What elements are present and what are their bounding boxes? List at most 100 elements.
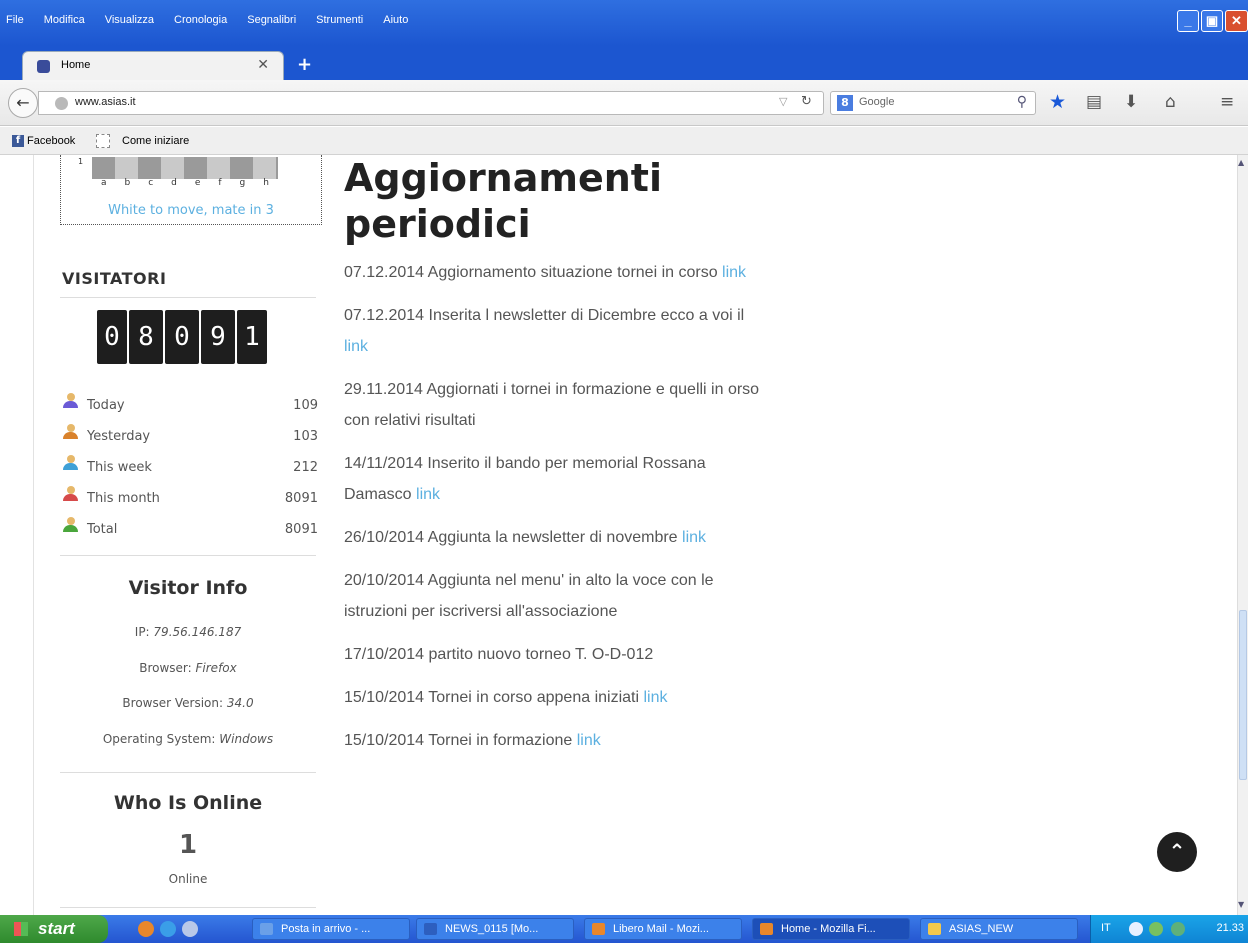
chess-file: f [218, 178, 222, 188]
news-item: 20/10/2014 Aggiunta nel menu' in alto la… [344, 565, 764, 627]
taskbar-item-home[interactable]: Home - Mozilla Fi... [752, 918, 910, 940]
news-list: 07.12.2014 Aggiornamento situazione torn… [344, 257, 764, 768]
stat-value: 103 [293, 429, 318, 444]
menu-aiuto[interactable]: Aiuto [383, 14, 408, 26]
page-icon [96, 134, 110, 148]
taskbar-item-asias-new[interactable]: ASIAS_NEW [920, 918, 1078, 940]
menu-bar: File Modifica Visualizza Cronologia Segn… [6, 14, 408, 26]
news-item: 26/10/2014 Aggiunta la newsletter di nov… [344, 522, 764, 553]
document-icon [424, 923, 437, 935]
counter-digit: 0 [165, 310, 199, 364]
folder-icon [928, 923, 941, 935]
stat-value: 8091 [284, 491, 318, 506]
taskbar-item-posta[interactable]: Posta in arrivo - ... [252, 918, 410, 940]
firefox-quicklaunch-icon[interactable] [138, 921, 154, 937]
news-text: 07.12.2014 Inserita l newsletter di Dice… [344, 307, 745, 324]
tray-arrow-icon[interactable] [1129, 922, 1143, 936]
scroll-up-icon[interactable]: ▲ [1238, 158, 1244, 167]
ip-label: IP: [134, 625, 154, 639]
stat-yesterday: Yesterday 103 [62, 424, 318, 455]
back-to-top-button[interactable]: ⌃ [1157, 832, 1197, 872]
task-label: Posta in arrivo - ... [281, 923, 371, 935]
chess-file: b [124, 178, 131, 188]
url-dropdown-icon[interactable]: ▽ [779, 95, 787, 108]
tab-strip: Home ✕ + [0, 46, 1248, 80]
stat-total: Total 8091 [62, 517, 318, 548]
bookmark-come-iniziare[interactable]: Come iniziare [122, 135, 189, 147]
tab-close-icon[interactable]: ✕ [257, 57, 269, 73]
stat-label: This month [87, 491, 160, 506]
stat-today: Today 109 [62, 393, 318, 424]
stat-label: Yesterday [87, 429, 151, 444]
app-quicklaunch-icon[interactable] [182, 921, 198, 937]
stat-value: 8091 [284, 522, 318, 537]
download-icon[interactable]: ⬇ [1124, 92, 1138, 112]
windows-taskbar: start Posta in arrivo - ... NEWS_0115 [M… [0, 915, 1248, 943]
tab-home[interactable]: Home ✕ [22, 51, 284, 80]
reload-icon[interactable]: ↻ [801, 94, 812, 109]
menu-cronologia[interactable]: Cronologia [174, 14, 227, 26]
minimize-button[interactable]: _ [1177, 10, 1199, 32]
search-bar[interactable]: 8 Google ⚲ [830, 91, 1036, 115]
chess-file: e [194, 178, 201, 188]
search-icon[interactable]: ⚲ [1017, 94, 1027, 110]
version-value: 34.0 [226, 696, 254, 710]
new-tab-button[interactable]: + [297, 54, 312, 75]
chess-caption-link[interactable]: White to move, mate in 3 [60, 203, 322, 218]
news-text: 20/10/2014 Aggiunta nel menu' in alto la… [344, 572, 714, 620]
taskbar-item-news[interactable]: NEWS_0115 [Mo... [416, 918, 574, 940]
scrollbar-thumb[interactable] [1239, 610, 1247, 780]
user-icon [62, 517, 78, 533]
stat-value: 212 [293, 460, 318, 475]
ip-value: 79.56.146.187 [153, 625, 242, 639]
chess-board [92, 157, 278, 179]
clock: 21.33 [1216, 922, 1244, 934]
home-icon[interactable]: ⌂ [1165, 92, 1176, 112]
news-link[interactable]: link [682, 529, 706, 546]
chess-file: a [100, 178, 107, 188]
bookmarks-menu-icon[interactable]: ▤ [1086, 92, 1102, 112]
hamburger-menu-icon[interactable]: ≡ [1220, 92, 1234, 112]
menu-modifica[interactable]: Modifica [44, 14, 85, 26]
online-count: 1 [178, 830, 198, 860]
task-label: Libero Mail - Mozi... [613, 923, 709, 935]
counter-digit: 8 [129, 310, 163, 364]
url-bar[interactable]: www.asias.it ▽ ↻ [38, 91, 824, 115]
browser-label: Browser: [139, 661, 196, 675]
ie-quicklaunch-icon[interactable] [160, 921, 176, 937]
vertical-scrollbar[interactable] [1237, 155, 1248, 915]
search-engine-icon[interactable]: 8 [837, 95, 853, 111]
language-indicator[interactable]: IT [1101, 922, 1111, 934]
taskbar-item-libero[interactable]: Libero Mail - Mozi... [584, 918, 742, 940]
tray-app-icon[interactable] [1171, 922, 1185, 936]
bookmark-facebook[interactable]: Facebook [27, 135, 75, 147]
tab-label: Home [61, 59, 91, 71]
bookmark-star-icon[interactable]: ★ [1049, 91, 1066, 113]
close-window-button[interactable]: ✕ [1225, 10, 1248, 32]
news-text: 15/10/2014 Tornei in formazione [344, 732, 577, 749]
menu-segnalibri[interactable]: Segnalibri [247, 14, 296, 26]
chess-rank-label: 1 [78, 157, 84, 166]
user-icon [62, 424, 78, 440]
network-icon[interactable] [1149, 922, 1163, 936]
maximize-button[interactable]: ▣ [1201, 10, 1223, 32]
news-item: 17/10/2014 partito nuovo torneo T. O-D-0… [344, 639, 764, 670]
news-link[interactable]: link [344, 338, 368, 355]
counter-digit: 1 [237, 310, 267, 364]
scroll-down-icon[interactable]: ▼ [1238, 900, 1244, 909]
news-item: 15/10/2014 Tornei in formazione link [344, 725, 764, 756]
news-link[interactable]: link [577, 732, 601, 749]
firefox-icon [592, 923, 605, 935]
firefox-icon [760, 923, 773, 935]
stat-label: This week [87, 460, 152, 475]
back-button[interactable]: ← [8, 88, 38, 118]
news-link[interactable]: link [416, 486, 440, 503]
news-item: 29.11.2014 Aggiornati i tornei in formaz… [344, 374, 764, 436]
news-link[interactable]: link [643, 689, 667, 706]
menu-file[interactable]: File [6, 14, 24, 26]
counter-digit: 9 [201, 310, 235, 364]
news-link[interactable]: link [722, 264, 746, 281]
menu-strumenti[interactable]: Strumenti [316, 14, 363, 26]
start-button[interactable]: start [0, 915, 108, 943]
menu-visualizza[interactable]: Visualizza [105, 14, 154, 26]
